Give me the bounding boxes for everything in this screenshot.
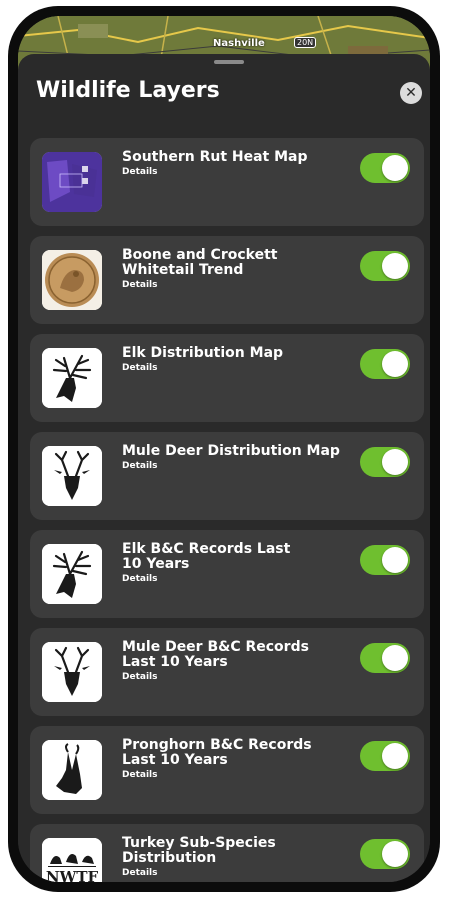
toggle-knob xyxy=(382,841,408,867)
layer-toggle[interactable] xyxy=(360,545,410,575)
layer-card-1: Southern Rut Heat Map Details xyxy=(30,138,424,226)
layer-title: Elk Distribution Map Details xyxy=(122,346,352,374)
mule-deer-head-icon xyxy=(42,446,102,506)
layer-title-line-1: Pronghorn B&C Records xyxy=(122,737,312,753)
details-link[interactable]: Details xyxy=(122,769,352,781)
layer-card-7: Pronghorn B&C Records Last 10 Years Deta… xyxy=(30,726,424,814)
details-link[interactable]: Details xyxy=(122,460,352,472)
layer-card-6: Mule Deer B&C Records Last 10 Years Deta… xyxy=(30,628,424,716)
layer-title: Turkey Sub-Species Distribution Details xyxy=(122,836,352,879)
heat-map-thumbnail xyxy=(42,152,102,212)
toggle-knob xyxy=(382,155,408,181)
toggle-knob xyxy=(382,547,408,573)
details-link[interactable]: Details xyxy=(122,166,352,178)
details-link[interactable]: Details xyxy=(122,573,352,585)
layer-title-line-2: Last 10 Years xyxy=(122,752,228,768)
layer-title-line-2: Whitetail Trend xyxy=(122,262,244,278)
layer-title: Mule Deer B&C Records Last 10 Years Deta… xyxy=(122,640,352,683)
boone-crockett-medal-icon xyxy=(42,250,102,310)
layer-title: Elk B&C Records Last 10 Years Details xyxy=(122,542,352,585)
layer-card-2: Boone and Crockett Whitetail Trend Detai… xyxy=(30,236,424,324)
layer-title-line-1: Turkey Sub-Species xyxy=(122,835,276,851)
toggle-knob xyxy=(382,645,408,671)
layer-title-line-1: Mule Deer Distribution Map xyxy=(122,443,340,459)
layer-title: Boone and Crockett Whitetail Trend Detai… xyxy=(122,248,352,291)
layer-title-line-1: Mule Deer B&C Records xyxy=(122,639,309,655)
close-icon[interactable]: ✕ xyxy=(400,82,422,104)
layer-title-line-1: Boone and Crockett xyxy=(122,247,278,263)
layer-toggle[interactable] xyxy=(360,447,410,477)
toggle-knob xyxy=(382,449,408,475)
details-link[interactable]: Details xyxy=(122,867,352,879)
layer-toggle[interactable] xyxy=(360,741,410,771)
nwtf-logo-text: NWTF xyxy=(45,868,99,882)
layer-title-line-2: Last 10 Years xyxy=(122,654,228,670)
route-badge: 20N xyxy=(294,37,317,48)
wildlife-layers-sheet: Wildlife Layers ✕ Southern Rut Heat Map … xyxy=(18,54,430,882)
mule-deer-head-icon xyxy=(42,642,102,702)
layer-title: Pronghorn B&C Records Last 10 Years Deta… xyxy=(122,738,352,781)
sheet-title: Wildlife Layers xyxy=(36,78,220,103)
layer-title-line-2: 10 Years xyxy=(122,556,190,572)
details-link[interactable]: Details xyxy=(122,671,352,683)
layer-toggle[interactable] xyxy=(360,349,410,379)
layer-card-4: Mule Deer Distribution Map Details xyxy=(30,432,424,520)
layer-toggle[interactable] xyxy=(360,251,410,281)
toggle-knob xyxy=(382,743,408,769)
layer-title-line-1: Elk B&C Records Last xyxy=(122,541,291,557)
phone-frame: Nashville 20N Wildlife Layers ✕ Southern… xyxy=(8,6,440,892)
layer-toggle[interactable] xyxy=(360,153,410,183)
elk-head-icon xyxy=(42,348,102,408)
sheet-grabber[interactable] xyxy=(214,60,244,64)
toggle-knob xyxy=(382,253,408,279)
layer-card-5: Elk B&C Records Last 10 Years Details xyxy=(30,530,424,618)
layer-title: Mule Deer Distribution Map Details xyxy=(122,444,352,472)
screen: Nashville 20N Wildlife Layers ✕ Southern… xyxy=(18,16,430,882)
layer-card-8: NWTF Turkey Sub-Species Distribution Det… xyxy=(30,824,424,882)
layer-toggle[interactable] xyxy=(360,643,410,673)
map-city-label: Nashville xyxy=(213,38,265,49)
details-link[interactable]: Details xyxy=(122,279,352,291)
elk-head-icon xyxy=(42,544,102,604)
layer-card-3: Elk Distribution Map Details xyxy=(30,334,424,422)
layer-title-line-2: Distribution xyxy=(122,850,217,866)
details-link[interactable]: Details xyxy=(122,362,352,374)
layer-title: Southern Rut Heat Map Details xyxy=(122,150,352,178)
pronghorn-head-icon xyxy=(42,740,102,800)
toggle-knob xyxy=(382,351,408,377)
nwtf-logo-icon: NWTF xyxy=(42,838,102,882)
layer-list: Southern Rut Heat Map Details Boone and … xyxy=(30,138,426,882)
layer-toggle[interactable] xyxy=(360,839,410,869)
layer-title-line-1: Southern Rut Heat Map xyxy=(122,149,308,165)
layer-title-line-1: Elk Distribution Map xyxy=(122,345,284,361)
